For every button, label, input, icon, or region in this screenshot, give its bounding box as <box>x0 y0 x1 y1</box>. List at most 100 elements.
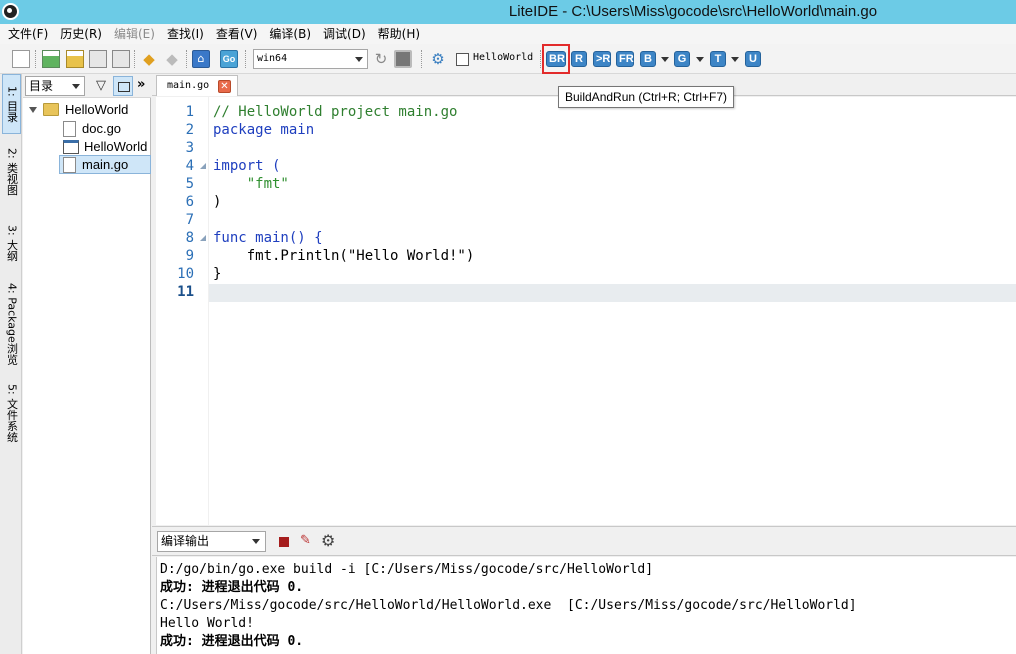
tooltip-build-and-run: BuildAndRun (Ctrl+R; Ctrl+F7) <box>558 86 735 108</box>
output-panel-select[interactable]: 编译输出 <box>157 531 266 552</box>
toolbar-separator <box>540 50 541 68</box>
save-icon[interactable] <box>89 50 107 68</box>
tree-item-label: HelloWorld <box>84 139 148 154</box>
gear-icon[interactable]: ⚙ <box>429 50 447 68</box>
build-dropdown-icon[interactable] <box>661 57 669 62</box>
chevron-down-icon <box>72 84 80 89</box>
file-run-button[interactable]: FR <box>616 51 634 67</box>
tree-item-helloworld-exe[interactable]: HelloWorld <box>63 137 147 156</box>
line-number: 6 <box>185 194 194 210</box>
tab-outline[interactable]: 3: 大纲 <box>2 214 21 272</box>
build-output[interactable]: D:/go/bin/go.exe build -i [C:/Users/Miss… <box>156 557 1016 654</box>
window-title: LiteIDE - C:\Users\Miss\gocode\src\Hello… <box>508 3 878 20</box>
stop-process-icon[interactable] <box>279 537 289 547</box>
project-checkbox-label: HelloWorld <box>473 52 534 63</box>
reload-icon[interactable]: ↻ <box>372 50 390 68</box>
tree-item-main-go[interactable]: main.go <box>59 155 151 174</box>
code-line: "fmt" <box>213 176 289 192</box>
tab-class-view[interactable]: 2: 类视图 <box>2 140 21 204</box>
line-number: 5 <box>185 176 194 192</box>
menu-debug[interactable]: 调试(D) <box>317 24 372 44</box>
go-icon[interactable]: Go <box>220 50 238 68</box>
line-number: 3 <box>185 140 194 156</box>
tree-item-label: main.go <box>82 157 129 172</box>
view-select[interactable]: 目录 <box>25 76 85 96</box>
tab-package-browser[interactable]: 4: Package浏览 <box>2 274 21 374</box>
main-toolbar: ◆ ◆ ⌂ Go win64 ↻ ⚙ HelloWorld BR R >R FR… <box>0 44 1016 74</box>
fold-marker-icon[interactable] <box>200 163 206 169</box>
file-icon <box>63 120 76 137</box>
close-icon[interactable]: ✕ <box>218 80 231 93</box>
build-and-run-highlight <box>542 44 570 74</box>
line-number: 10 <box>177 266 194 282</box>
test-button[interactable]: T <box>710 51 726 67</box>
output-panel-select-value: 编译输出 <box>161 534 210 548</box>
tree-item-helloworld-folder[interactable]: HelloWorld <box>29 100 128 119</box>
code-line: // HelloWorld project main.go <box>213 104 458 120</box>
line-number: 8 <box>185 230 194 246</box>
menu-help[interactable]: 帮助(H) <box>372 24 426 44</box>
toolbar-separator <box>186 50 187 68</box>
open-file-icon[interactable] <box>42 50 60 68</box>
output-toolbar: 编译输出 ✎ ⚙ <box>152 526 1016 556</box>
tab-directory[interactable]: 1: 目录 <box>2 74 21 134</box>
test-dropdown-icon[interactable] <box>731 57 739 62</box>
output-line: 成功: 进程退出代码 0. <box>160 634 304 649</box>
code-line: func main() { <box>213 230 323 246</box>
folder-icon <box>43 103 59 116</box>
home-icon[interactable]: ⌂ <box>192 50 210 68</box>
stop-build-icon[interactable] <box>394 50 412 68</box>
clear-output-icon[interactable]: ✎ <box>300 533 314 549</box>
save-all-icon[interactable] <box>112 50 130 68</box>
executable-icon <box>63 139 79 154</box>
chevron-down-icon <box>252 539 260 544</box>
current-line-highlight <box>209 284 1016 302</box>
menu-bar: 文件(F) 历史(R) 编辑(E) 查找(I) 查看(V) 编译(B) 调试(D… <box>0 24 1016 44</box>
gear-icon[interactable]: ⚙ <box>321 532 335 550</box>
get-dropdown-icon[interactable] <box>696 57 704 62</box>
sync-editor-icon[interactable] <box>113 76 133 96</box>
build-button[interactable]: B <box>640 51 656 67</box>
menu-build[interactable]: 编译(B) <box>263 24 317 44</box>
new-file-icon[interactable] <box>12 50 30 68</box>
toolbar-separator <box>35 50 36 68</box>
title-bar: LiteIDE - C:\Users\Miss\gocode\src\Hello… <box>0 0 1016 24</box>
view-select-value: 目录 <box>29 79 54 93</box>
env-select[interactable]: win64 <box>253 49 368 69</box>
menu-file[interactable]: 文件(F) <box>2 24 54 44</box>
expand-arrow-icon[interactable] <box>29 106 37 113</box>
get-button[interactable]: G <box>674 51 690 67</box>
line-number: 4 <box>185 158 194 174</box>
filter-icon[interactable]: ▽ <box>93 78 109 94</box>
run-button[interactable]: R <box>571 51 587 67</box>
code-line: package main <box>213 122 315 138</box>
file-icon <box>63 156 76 173</box>
forward-arrow-icon[interactable]: ◆ <box>163 50 181 68</box>
menu-history[interactable]: 历史(R) <box>54 24 108 44</box>
project-checkbox[interactable] <box>456 53 469 66</box>
code-line: ) <box>213 194 222 210</box>
line-number: 9 <box>185 248 194 264</box>
fold-marker-icon[interactable] <box>200 235 206 241</box>
editor-tab-label: main.go <box>167 80 210 91</box>
update-button[interactable]: U <box>745 51 761 67</box>
more-icon[interactable]: » <box>137 77 145 92</box>
output-line: D:/go/bin/go.exe build -i [C:/Users/Miss… <box>160 562 654 577</box>
menu-edit[interactable]: 编辑(E) <box>108 24 161 44</box>
code-editor[interactable]: // HelloWorld project main.go package ma… <box>209 97 1016 525</box>
tree-item-doc-go[interactable]: doc.go <box>63 119 121 138</box>
menu-find[interactable]: 查找(I) <box>161 24 210 44</box>
line-number: 1 <box>185 104 194 120</box>
tab-main-go[interactable]: main.go ✕ <box>156 75 238 96</box>
project-panel-header: 目录 ▽ » <box>23 74 151 98</box>
tab-file-system[interactable]: 5: 文件系统 <box>2 376 21 450</box>
project-panel: 目录 ▽ » HelloWorld doc.go HelloWorld main… <box>23 74 151 654</box>
menu-view[interactable]: 查看(V) <box>210 24 264 44</box>
tree-item-label: doc.go <box>82 121 122 136</box>
open-folder-icon[interactable] <box>66 50 84 68</box>
code-line: } <box>213 266 222 282</box>
back-arrow-icon[interactable]: ◆ <box>140 50 158 68</box>
run-term-button[interactable]: >R <box>593 51 611 67</box>
env-select-value: win64 <box>257 53 288 64</box>
line-number: 7 <box>185 212 194 228</box>
